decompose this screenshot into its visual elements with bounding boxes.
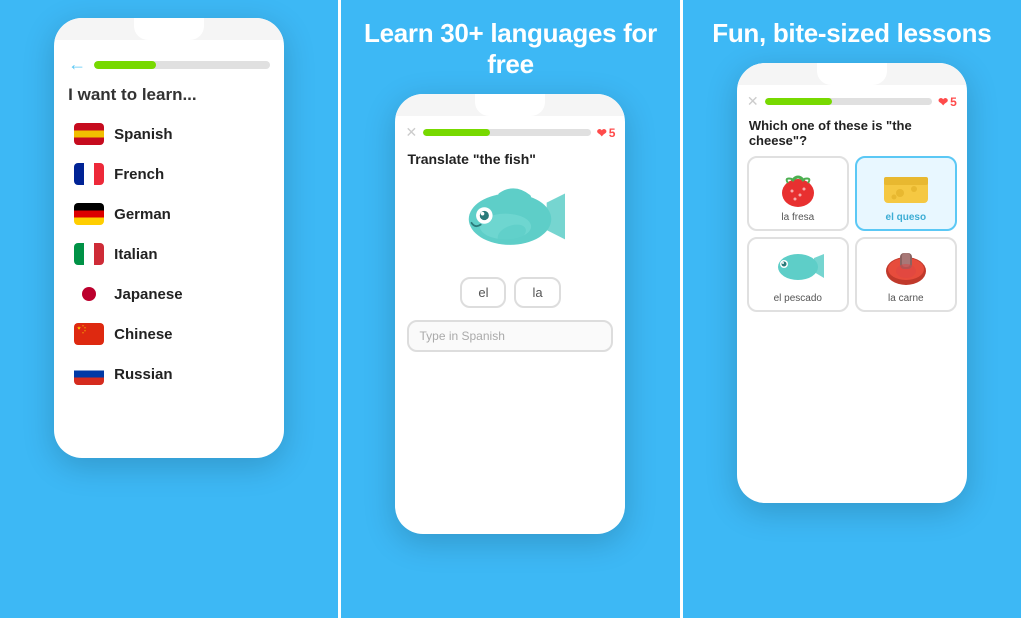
heart-icon-3: ❤: [938, 95, 948, 109]
list-item[interactable]: Italian: [68, 235, 270, 273]
phone3-status-bar: ✕ ❤ 5: [737, 91, 967, 112]
panel-which-cheese: Fun, bite-sized lessons ✕ ❤ 5 Which one …: [680, 0, 1021, 618]
progress-fill-3: [765, 98, 832, 105]
flag-it: [74, 243, 104, 265]
progress-bar-3: [765, 98, 933, 105]
phone-inner-1: ← I want to learn... Spanish French: [54, 46, 284, 458]
phone-header-1: ←: [68, 54, 270, 75]
lang-name-french: French: [114, 166, 164, 183]
label-meat: la carne: [888, 293, 924, 304]
panel-title-translate: Learn 30+ languages for free: [351, 18, 669, 80]
choice-strawberry[interactable]: la fresa: [747, 156, 849, 231]
panel-language-list: ← I want to learn... Spanish French: [0, 0, 338, 618]
label-strawberry: la fresa: [781, 212, 814, 223]
flag-de: [74, 203, 104, 225]
list-item[interactable]: Chinese: [68, 315, 270, 353]
cheese-image: [878, 164, 934, 210]
strawberry-image: [770, 164, 826, 210]
list-item[interactable]: German: [68, 195, 270, 233]
panel-translate: Learn 30+ languages for free ✕ ❤ 5 Trans…: [338, 0, 679, 618]
lang-name-japanese: Japanese: [114, 286, 182, 303]
phone2-status-bar: ✕ ❤ 5: [395, 122, 625, 143]
lang-name-italian: Italian: [114, 246, 157, 263]
phone-mockup-2: ✕ ❤ 5 Translate "the fish": [395, 94, 625, 534]
word-options: el la: [395, 271, 625, 314]
choice-meat[interactable]: la carne: [855, 237, 957, 312]
progress-fill-1: [94, 61, 156, 69]
heart-icon: ❤: [597, 126, 607, 140]
progress-fill-2: [423, 129, 490, 136]
list-item[interactable]: Spanish: [68, 115, 270, 153]
label-cheese: el queso: [886, 212, 927, 223]
lang-name-german: German: [114, 206, 171, 223]
fish-illustration: [395, 171, 625, 271]
panel-title-cheese: Fun, bite-sized lessons: [712, 18, 991, 49]
fish-svg: [455, 181, 565, 261]
word-option-la[interactable]: la: [514, 277, 560, 308]
lang-name-russian: Russian: [114, 366, 172, 383]
hearts-count-3: 5: [950, 95, 957, 109]
back-arrow-icon[interactable]: ←: [68, 54, 86, 75]
label-fish: el pescado: [774, 293, 822, 304]
close-icon[interactable]: ✕: [405, 124, 417, 141]
flag-es: [74, 123, 104, 145]
close-icon-3[interactable]: ✕: [747, 93, 759, 110]
flag-ja-circle: [82, 287, 96, 301]
list-item[interactable]: Japanese: [68, 275, 270, 313]
hearts-count: 5: [609, 126, 616, 140]
fish-image-small: [770, 245, 826, 291]
lang-name-chinese: Chinese: [114, 326, 172, 343]
phone-mockup-3: ✕ ❤ 5 Which one of these is "the cheese"…: [737, 63, 967, 503]
phone-mockup-1: ← I want to learn... Spanish French: [54, 18, 284, 458]
learn-prompt: I want to learn...: [68, 85, 270, 105]
meat-svg: [880, 249, 932, 287]
language-list: Spanish French German Italian: [68, 115, 270, 393]
list-item[interactable]: Russian: [68, 355, 270, 393]
flag-ja: [74, 283, 104, 305]
progress-bar-2: [423, 129, 591, 136]
word-option-el[interactable]: el: [460, 277, 506, 308]
flag-fr: [74, 163, 104, 185]
flag-cn: [74, 323, 104, 345]
type-input-placeholder[interactable]: Type in Spanish: [407, 320, 613, 352]
fish-small-svg: [772, 250, 824, 286]
translate-prompt: Translate "the fish": [395, 143, 625, 171]
flag-ru: [74, 363, 104, 385]
cn-flag-svg: [75, 324, 103, 344]
which-cheese-prompt: Which one of these is "the cheese"?: [737, 112, 967, 156]
lang-name-spanish: Spanish: [114, 126, 172, 143]
hearts-display-3: ❤ 5: [938, 95, 957, 109]
hearts-display: ❤ 5: [597, 126, 616, 140]
cheese-svg: [880, 167, 932, 207]
progress-bar-1: [94, 61, 270, 69]
choice-cheese[interactable]: el queso: [855, 156, 957, 231]
list-item[interactable]: French: [68, 155, 270, 193]
choice-fish[interactable]: el pescado: [747, 237, 849, 312]
strawberry-svg: [774, 165, 822, 209]
image-choice-grid: la fresa el queso: [737, 156, 967, 312]
meat-image: [878, 245, 934, 291]
